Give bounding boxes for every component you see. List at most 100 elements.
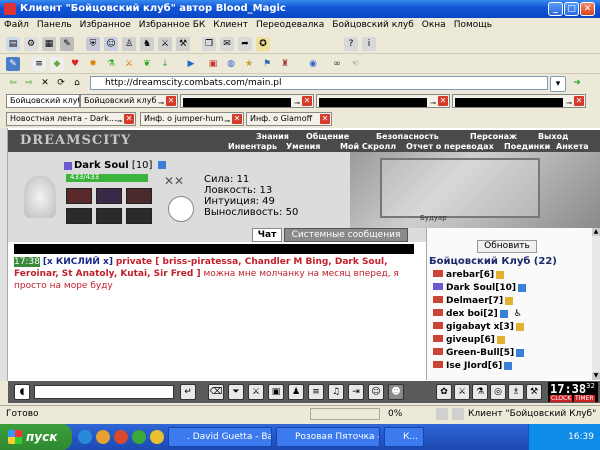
menu-favorites[interactable]: Избранное (76, 18, 135, 30)
tab-close-icon[interactable]: ✕ (320, 114, 330, 124)
nav-inventory[interactable]: Инвентарь (228, 142, 277, 151)
media-icon[interactable] (96, 430, 110, 444)
smile-icon[interactable]: ☺ (368, 384, 384, 400)
menu-client[interactable]: Клиент (209, 18, 252, 30)
online-user[interactable]: Green-Bull[5] (433, 348, 525, 358)
medal-icon[interactable]: ✪ (256, 37, 270, 51)
tab-close-icon[interactable]: ✕ (302, 96, 312, 106)
scroll-icon[interactable]: ≡ (32, 57, 46, 71)
nav-profile[interactable]: Анкета (556, 142, 589, 151)
exit-icon[interactable]: ⇥ (348, 384, 364, 400)
url-input[interactable]: http://dreamscity.combats.com/main.pl (90, 76, 548, 90)
hand-icon[interactable]: ☜ (348, 57, 362, 71)
pin-icon[interactable]: ⊸ (430, 97, 436, 107)
task-button-client[interactable]: К... (384, 427, 424, 447)
leaf-icon[interactable]: ❦ (140, 57, 154, 71)
tab-hidden-3[interactable]: ⊸ ✕ (452, 94, 586, 108)
menu-panel[interactable]: Панель (33, 18, 76, 30)
item-slot-5[interactable] (96, 208, 122, 224)
filter-icon[interactable]: ⏷ (228, 384, 244, 400)
message-sender[interactable]: [x КИСЛИЙ x] (43, 257, 113, 267)
refresh-icon[interactable]: ⟳ (54, 76, 68, 90)
web-icon[interactable]: ◉ (306, 57, 320, 71)
tab-system-messages[interactable]: Системные сообщения (284, 228, 408, 242)
task-button-pyatochka[interactable]: Розовая Пяточка - ... (276, 427, 380, 447)
fight-icon[interactable]: ⚔ (248, 384, 264, 400)
menu-windows[interactable]: Окна (418, 18, 450, 30)
shield-icon[interactable]: ⛨ (86, 37, 100, 51)
item-slot-1[interactable] (66, 188, 92, 204)
enter-icon[interactable]: ↵ (180, 384, 196, 400)
tab-close-icon[interactable]: ✕ (574, 96, 584, 106)
back-icon[interactable]: ⇦ (6, 76, 20, 90)
home-icon[interactable]: ⌂ (70, 76, 84, 90)
close-button[interactable]: ✕ (580, 2, 595, 16)
tab-fight-club-1[interactable]: Бойцовский клуб (6, 94, 80, 108)
tab-hidden-1[interactable]: ⊸ ✕ (180, 94, 314, 108)
tab-close-icon[interactable]: ✕ (166, 96, 176, 106)
info-icon[interactable] (157, 161, 166, 169)
grid-icon[interactable]: ▦ (42, 37, 56, 51)
info-icon[interactable] (515, 322, 524, 331)
nav-character[interactable]: Персонаж (470, 132, 517, 141)
sword-icon[interactable]: ⚔ (122, 57, 136, 71)
pin-icon[interactable]: ⊸ (294, 97, 300, 107)
group-icon[interactable]: ♙ (122, 37, 136, 51)
menu-help[interactable]: Помощь (450, 18, 496, 30)
forward-icon[interactable]: ➦ (238, 37, 252, 51)
helmet-icon[interactable] (24, 176, 56, 218)
task-button-music[interactable]: . David Guetta - Ba... (168, 427, 272, 447)
browser-icon[interactable] (78, 430, 92, 444)
app-icon[interactable] (132, 430, 146, 444)
scroll-down-icon[interactable]: ▼ (592, 372, 600, 380)
walk-icon[interactable]: ♟ (288, 384, 304, 400)
maximize-button[interactable]: □ (564, 2, 579, 16)
eraser-icon[interactable]: ⌫ (208, 384, 224, 400)
tab-close-icon[interactable]: ✕ (124, 114, 134, 124)
forward-nav-icon[interactable]: ⇨ (22, 76, 36, 90)
online-user[interactable]: giveup[6] (433, 335, 505, 345)
scroll-up-icon[interactable]: ▲ (592, 228, 600, 236)
refresh-button[interactable]: Обновить (477, 240, 537, 253)
mail-icon[interactable]: ✉ (220, 37, 234, 51)
info-icon[interactable] (496, 270, 505, 279)
item-slot-6[interactable] (126, 208, 152, 224)
minimize-button[interactable]: _ (548, 2, 563, 16)
emote-icon[interactable]: ☻ (388, 384, 404, 400)
menu-wardrobe[interactable]: Переодевалка (252, 18, 328, 30)
potion-icon[interactable]: ⚗ (104, 57, 118, 71)
go-icon[interactable]: ➜ (570, 76, 584, 90)
pin-icon[interactable]: ⊸ (224, 115, 230, 125)
tab-info-jumper[interactable]: Инф. о jumper-hum ⊸ ✕ (140, 112, 244, 126)
target-icon[interactable]: ◎ (490, 384, 506, 400)
menu-favorites-bk[interactable]: Избранное БК (135, 18, 210, 30)
nav-security[interactable]: Безопасность (376, 132, 439, 141)
axe-icon[interactable]: ⚒ (526, 384, 542, 400)
cross-swords-icon[interactable]: ✕✕ (164, 174, 184, 188)
online-user[interactable]: Delmaer[7] (433, 296, 514, 306)
chat-input[interactable] (34, 385, 174, 399)
item-slot-2[interactable] (96, 188, 122, 204)
list-icon[interactable]: ≡ (308, 384, 324, 400)
online-user[interactable]: Dark Soul[10] (433, 283, 527, 293)
link-icon[interactable]: ∞ (330, 57, 344, 71)
nav-knowledge[interactable]: Знания (256, 132, 289, 141)
fire-icon[interactable]: ✹ (86, 57, 100, 71)
tab-close-icon[interactable]: ✕ (232, 114, 242, 124)
quest-icon[interactable]: ✎ (6, 57, 20, 71)
info-icon[interactable] (499, 309, 508, 318)
location-scene[interactable]: Будуар (350, 152, 600, 228)
arrow-down-icon[interactable]: ↓ (158, 57, 172, 71)
tab-hidden-2[interactable]: ⊸ ✕ (316, 94, 450, 108)
nav-transfer-report[interactable]: Отчет о переводах (406, 142, 494, 151)
people-icon[interactable]: ♗ (508, 384, 524, 400)
pet-icon[interactable] (168, 196, 194, 222)
info-icon[interactable] (496, 335, 505, 344)
nav-communication[interactable]: Общение (306, 132, 349, 141)
book-icon[interactable]: ▣ (206, 57, 220, 71)
nav-exit[interactable]: Выход (538, 132, 568, 141)
online-user[interactable]: arebar[6] (433, 270, 505, 280)
menu-file[interactable]: Файл (0, 18, 33, 30)
info-icon[interactable] (504, 361, 513, 370)
stop-icon[interactable]: ✕ (38, 76, 52, 90)
